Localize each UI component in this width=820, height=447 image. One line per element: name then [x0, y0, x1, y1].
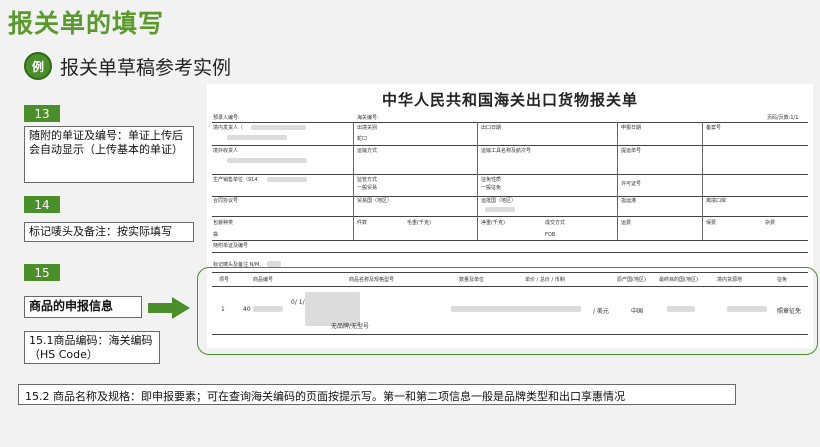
example-icon: 例 [24, 52, 52, 80]
shipper-label: 境内发货人（ [213, 125, 244, 131]
record-no-label: 备案号 [706, 125, 722, 131]
page-title: 报关单的填写 [8, 9, 165, 38]
note-15-1: 15.1商品编码：海关编码（HS Code） [24, 331, 160, 364]
packing-label: 包装种类 [213, 220, 234, 226]
note-15-2: 15.2 商品名称及规格：即申报要素；可在查询海关编码的页面按提示写。第一和第二… [18, 384, 736, 405]
supervision-value: 一般贸易 [357, 185, 378, 191]
contract-label: 合同协议号 [213, 198, 239, 204]
vessel-label: 运输工具名称及航次号 [481, 148, 532, 154]
insurance-label: 保费 [706, 220, 717, 226]
badge-14: 14 [24, 196, 60, 213]
dest-country-label: 运抵国（地区） [481, 198, 517, 204]
packing-value: 袋 [213, 232, 219, 238]
trade-country-label: 贸易国（地区） [357, 198, 393, 204]
note-13: 随附的单证及编号：单证上传后会自动显示（上传基本的单证） [24, 126, 194, 183]
producer-label: 生产销售单位（914 [213, 177, 258, 183]
pieces-label: 件数 [357, 220, 368, 226]
levy-value: 一般征免 [481, 185, 502, 191]
doc-title: 中华人民共和国海关出口货物报关单 [381, 91, 638, 109]
customs-no-label: 海关编号: [357, 115, 379, 121]
bl-no-label: 提运单号 [621, 148, 642, 154]
subtitle: 报关单草稿参考实例 [60, 56, 232, 79]
pre-entry-label: 预录入编号: [213, 115, 240, 121]
license-label: 许可证号 [621, 181, 642, 187]
page-count: 页码/页数:1/1 [767, 115, 799, 121]
exit-date-label: 出口日期 [481, 125, 502, 131]
arrow-right-icon [148, 297, 190, 319]
net-label: 净重(千克) [481, 220, 505, 226]
deal-mode-value: FOB [545, 232, 556, 238]
consignee-label: 境外收货人 [213, 148, 239, 154]
exit-port-label: 出境关别 [357, 125, 378, 131]
exit-port2-label: 离境口岸 [706, 198, 727, 204]
supervision-label: 监管方式 [357, 177, 378, 183]
freight-label: 运费 [621, 220, 632, 226]
dest-port-label: 指运港 [621, 198, 637, 204]
badge-13: 13 [24, 105, 60, 122]
exit-port-value: 蛇口 [357, 136, 368, 142]
transport-label: 运输方式 [357, 148, 378, 154]
deal-mode-label: 成交方式 [545, 220, 566, 226]
note-14: 标记唛头及备注：按实际填写 [24, 222, 194, 242]
subtitle-row: 例 报关单草稿参考实例 [24, 52, 231, 80]
levy-label: 征免性质 [481, 177, 502, 183]
misc-label: 杂费 [765, 220, 776, 226]
declare-date-label: 申报日期 [621, 125, 642, 131]
goods-highlight [197, 267, 818, 355]
gross-label: 毛重(千克) [407, 220, 431, 226]
badge-15: 15 [24, 264, 60, 281]
docs-label: 随附单证及编号 [213, 243, 249, 249]
note-15-head: 商品的申报信息 [24, 296, 142, 318]
